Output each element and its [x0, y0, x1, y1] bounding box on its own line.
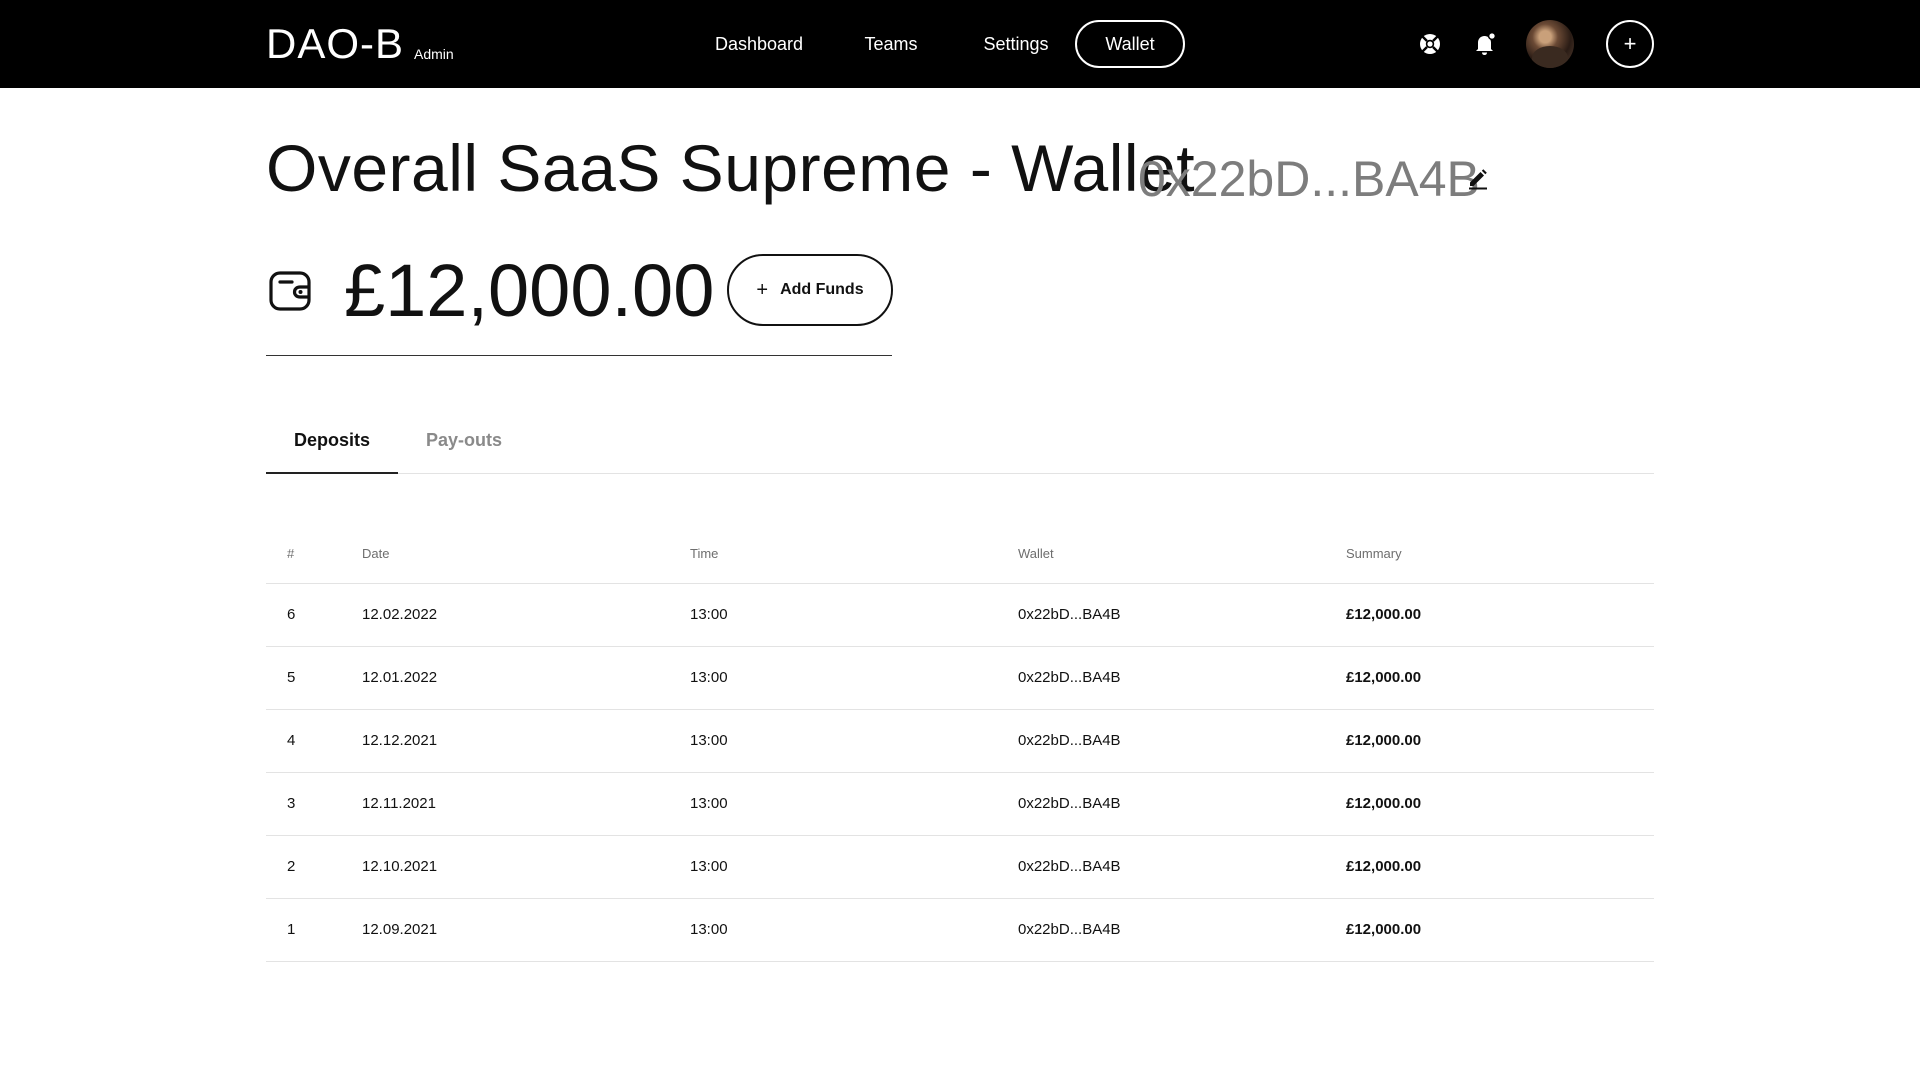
- table-row[interactable]: 1 12.09.2021 13:00 0x22bD...BA4B £12,000…: [266, 899, 1654, 962]
- table-row[interactable]: 5 12.01.2022 13:00 0x22bD...BA4B £12,000…: [266, 647, 1654, 710]
- deposits-table: # Date Time Wallet Summary 6 12.02.2022 …: [266, 522, 1654, 962]
- nav-settings[interactable]: Settings: [970, 20, 1062, 68]
- edit-pencil-icon[interactable]: [1466, 166, 1490, 190]
- column-header-time[interactable]: Time: [690, 546, 718, 561]
- row-summary: £12,000.00: [1346, 795, 1422, 812]
- nav-dashboard[interactable]: Dashboard: [706, 20, 812, 68]
- wallet-address: 0x22bD...BA4B: [1138, 151, 1480, 207]
- tab-deposits[interactable]: Deposits: [266, 418, 398, 474]
- row-date: 12.11.2021: [362, 795, 436, 812]
- row-time: 13:00: [690, 732, 728, 749]
- nav-wallet[interactable]: Wallet: [1075, 20, 1185, 68]
- row-number: 3: [287, 795, 296, 812]
- row-time: 13:00: [690, 858, 728, 875]
- row-number: 4: [287, 732, 296, 749]
- wallet-icon: [268, 268, 314, 314]
- row-date: 12.02.2022: [362, 606, 438, 623]
- row-time: 13:00: [690, 795, 728, 812]
- row-wallet: 0x22bD...BA4B: [1018, 795, 1121, 812]
- table-row[interactable]: 6 12.02.2022 13:00 0x22bD...BA4B £12,000…: [266, 584, 1654, 647]
- row-date: 12.01.2022: [362, 669, 438, 686]
- wallet-balance: £12,000.00: [344, 249, 715, 332]
- row-number: 2: [287, 858, 296, 875]
- divider: [266, 355, 892, 356]
- row-summary: £12,000.00: [1346, 606, 1422, 623]
- row-date: 12.12.2021: [362, 732, 438, 749]
- row-wallet: 0x22bD...BA4B: [1018, 732, 1121, 749]
- column-header-wallet[interactable]: Wallet: [1018, 546, 1054, 561]
- column-header-date[interactable]: Date: [362, 546, 389, 561]
- row-date: 12.09.2021: [362, 921, 438, 938]
- row-time: 13:00: [690, 921, 728, 938]
- table-header: # Date Time Wallet Summary: [266, 522, 1654, 584]
- row-wallet: 0x22bD...BA4B: [1018, 606, 1121, 623]
- row-summary: £12,000.00: [1346, 921, 1422, 938]
- user-avatar[interactable]: [1526, 20, 1574, 68]
- row-summary: £12,000.00: [1346, 669, 1422, 686]
- nav-teams[interactable]: Teams: [852, 20, 930, 68]
- row-wallet: 0x22bD...BA4B: [1018, 858, 1121, 875]
- page-title: Overall SaaS Supreme - Wallet: [266, 131, 1196, 205]
- row-wallet: 0x22bD...BA4B: [1018, 921, 1121, 938]
- row-summary: £12,000.00: [1346, 732, 1422, 749]
- row-number: 6: [287, 606, 296, 623]
- add-funds-button[interactable]: + Add Funds: [727, 254, 893, 326]
- wallet-tabs: Deposits Pay-outs: [266, 418, 1654, 474]
- tab-pay-outs[interactable]: Pay-outs: [398, 418, 530, 474]
- table-row[interactable]: 2 12.10.2021 13:00 0x22bD...BA4B £12,000…: [266, 836, 1654, 899]
- row-number: 5: [287, 669, 296, 686]
- row-date: 12.10.2021: [362, 858, 438, 875]
- top-navigation-bar: DAO-B Admin Dashboard Teams Settings Wal…: [0, 0, 1920, 88]
- row-time: 13:00: [690, 606, 728, 623]
- table-row[interactable]: 4 12.12.2021 13:00 0x22bD...BA4B £12,000…: [266, 710, 1654, 773]
- add-funds-label: Add Funds: [780, 281, 864, 298]
- row-number: 1: [287, 921, 296, 938]
- row-time: 13:00: [690, 669, 728, 686]
- support-lifebuoy-icon[interactable]: [1410, 24, 1450, 64]
- plus-icon: +: [756, 279, 769, 301]
- notification-bell-icon[interactable]: [1465, 24, 1505, 64]
- column-header-summary[interactable]: Summary: [1346, 546, 1402, 561]
- create-plus-button[interactable]: +: [1606, 20, 1654, 68]
- row-summary: £12,000.00: [1346, 858, 1422, 875]
- column-header-number[interactable]: #: [287, 546, 294, 561]
- row-wallet: 0x22bD...BA4B: [1018, 669, 1121, 686]
- table-row[interactable]: 3 12.11.2021 13:00 0x22bD...BA4B £12,000…: [266, 773, 1654, 836]
